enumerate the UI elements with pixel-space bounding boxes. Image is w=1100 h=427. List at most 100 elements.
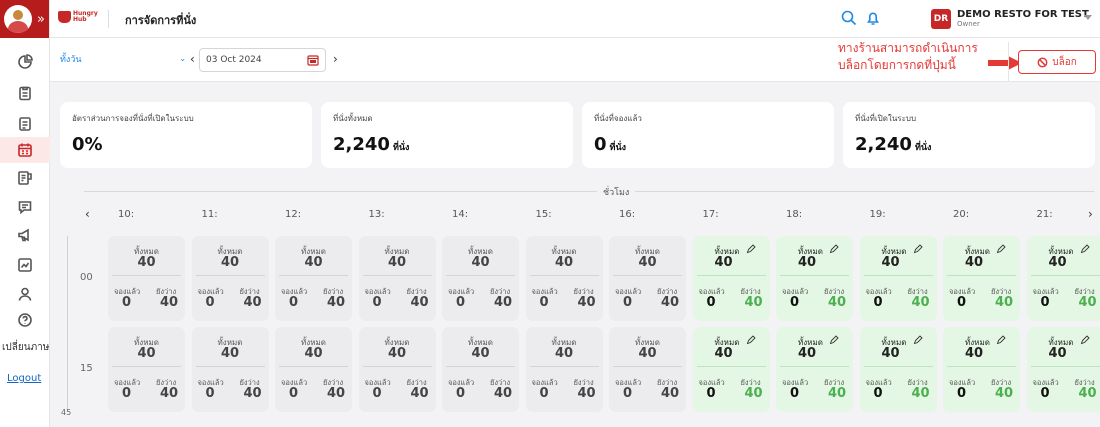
calendar-icon[interactable]	[307, 54, 319, 66]
edit-icon[interactable]	[996, 335, 1006, 345]
slot-booked-value: 0	[122, 295, 132, 310]
date-value: 03 Oct 2024	[206, 55, 262, 65]
user-icon	[18, 287, 32, 301]
next-date-button[interactable]: ›	[333, 52, 338, 66]
filter-bar: ทั้งวัน ⌄ ‹ 03 Oct 2024 › ทางร้านสามารถด…	[50, 38, 1100, 82]
edit-icon[interactable]	[746, 335, 756, 345]
hours-title: ชั่วโมง	[597, 185, 636, 199]
sidebar-item-promotions[interactable]	[0, 222, 50, 248]
time-slot-card[interactable]: ทั้งหมด 40 จองแล้ว ยังว่าง 0 40	[108, 327, 185, 412]
edit-icon[interactable]	[913, 335, 923, 345]
slot-available-value: 40	[410, 295, 429, 310]
time-slot-card[interactable]: ทั้งหมด 40 จองแล้ว ยังว่าง 0 40	[275, 236, 352, 321]
time-slot-card[interactable]: ทั้งหมด 40 จองแล้ว ยังว่าง 0 40	[609, 327, 686, 412]
prev-hours-button[interactable]: ‹	[85, 207, 90, 221]
slot-total-value: 40	[1048, 346, 1067, 361]
prev-date-button[interactable]: ‹	[190, 52, 195, 66]
range-select[interactable]: ทั้งวัน ⌄	[60, 52, 186, 70]
stat-card-booked-seats: ที่นั่งที่จองแล้ว 0 ที่นั่ง	[582, 102, 834, 168]
slot-available-value: 40	[494, 386, 513, 401]
time-slot-card[interactable]: ทั้งหมด 40 จองแล้ว ยังว่าง 0 40	[442, 236, 519, 321]
avatar[interactable]	[4, 5, 32, 33]
time-slot-card[interactable]: ทั้งหมด 40 จองแล้ว ยังว่าง 0 40	[358, 327, 436, 412]
slot-available-value: 40	[661, 295, 680, 310]
edit-icon[interactable]	[829, 335, 839, 345]
edit-icon[interactable]	[746, 244, 756, 254]
time-slot-card[interactable]: ทั้งหมด 40 จองแล้ว ยังว่าง 0 40	[1026, 327, 1100, 412]
logout-link[interactable]: Logout	[7, 373, 41, 384]
time-slot-card[interactable]: ทั้งหมด 40 จองแล้ว ยังว่าง 0 40	[692, 327, 770, 412]
sidebar-item-help[interactable]	[0, 307, 50, 333]
time-slot-card[interactable]: ทั้งหมด 40 จองแล้ว ยังว่าง 0 40	[776, 327, 853, 412]
time-slot-card[interactable]: ทั้งหมด 40 จองแล้ว ยังว่าง 0 40	[859, 327, 937, 412]
user-initials-badge: DR	[931, 9, 951, 29]
stat-unit: ที่นั่ง	[392, 143, 410, 153]
time-slot-card[interactable]: ทั้งหมด 40 จองแล้ว ยังว่าง 0 40	[442, 327, 519, 412]
sidebar-item-menu[interactable]	[0, 165, 50, 191]
hour-label: 14:	[452, 209, 469, 220]
slot-total-value: 40	[220, 346, 240, 361]
stat-value: 2,240 ที่นั่ง	[333, 134, 409, 155]
slot-booked-value: 0	[706, 295, 716, 310]
slot-divider	[696, 275, 766, 276]
time-slot-card[interactable]: ทั้งหมด 40 จองแล้ว ยังว่าง 0 40	[108, 236, 185, 321]
time-slot-card[interactable]: ทั้งหมด 40 จองแล้ว ยังว่าง 0 40	[191, 327, 269, 412]
slot-booked-value: 0	[205, 295, 215, 310]
time-slot-card[interactable]: ทั้งหมด 40 จองแล้ว ยังว่าง 0 40	[525, 327, 603, 412]
slot-divider	[613, 366, 682, 367]
edit-icon[interactable]	[913, 244, 923, 254]
block-button[interactable]: บล็อก	[1018, 50, 1096, 74]
minute-axis-line	[67, 236, 68, 411]
slot-booked-value: 0	[372, 295, 382, 310]
slot-booked-value: 0	[289, 295, 299, 310]
edit-icon[interactable]	[1080, 244, 1090, 254]
sidebar-item-messages[interactable]	[0, 194, 50, 220]
edit-icon[interactable]	[829, 244, 839, 254]
sidebar-item-reservations[interactable]	[0, 80, 50, 106]
time-slot-card[interactable]: ทั้งหมด 40 จองแล้ว ยังว่าง 0 40	[859, 236, 937, 321]
slot-total-value: 40	[965, 255, 984, 270]
search-icon[interactable]	[840, 9, 858, 27]
sidebar-item-seats[interactable]	[0, 137, 50, 163]
sidebar-item-reports[interactable]	[0, 252, 50, 278]
edit-icon[interactable]	[1080, 335, 1090, 345]
time-slot-card[interactable]: ทั้งหมด 40 จองแล้ว ยังว่าง 0 40	[776, 236, 853, 321]
slot-available-value: 40	[911, 295, 930, 310]
hour-label: 21:	[1036, 209, 1053, 220]
sidebar-item-dashboard[interactable]	[0, 49, 50, 75]
slot-available-value: 40	[243, 295, 262, 310]
date-picker[interactable]: 03 Oct 2024	[199, 48, 326, 72]
stat-label: ที่นั่งทั้งหมด	[333, 114, 373, 123]
slot-divider	[780, 275, 849, 276]
time-slot-card[interactable]: ทั้งหมด 40 จองแล้ว ยังว่าง 0 40	[1026, 236, 1100, 321]
time-slot-card[interactable]: ทั้งหมด 40 จองแล้ว ยังว่าง 0 40	[275, 327, 352, 412]
slot-available-value: 40	[744, 295, 763, 310]
sidebar-language-label[interactable]: เปลี่ยนภาษ	[2, 340, 49, 355]
minute-label-partial: 45	[61, 408, 72, 417]
edit-icon[interactable]	[996, 244, 1006, 254]
user-menu[interactable]: DR DEMO RESTO FOR TEST Owner	[931, 5, 1089, 33]
time-slot-card[interactable]: ทั้งหมด 40 จองแล้ว ยังว่าง 0 40	[609, 236, 686, 321]
time-slot-card[interactable]: ทั้งหมด 40 จองแล้ว ยังว่าง 0 40	[358, 236, 436, 321]
hour-label: 18:	[786, 209, 803, 220]
brand-logo[interactable]: Hungry Hub	[58, 11, 99, 23]
next-hours-button[interactable]: ›	[1088, 207, 1093, 221]
slot-divider	[195, 275, 265, 276]
chevron-down-icon[interactable]	[1084, 15, 1092, 20]
hour-label: 20:	[953, 209, 970, 220]
user-role: Owner	[957, 19, 980, 28]
stat-value: 2,240 ที่นั่ง	[855, 134, 931, 155]
expand-sidebar-icon[interactable]: »	[37, 12, 45, 27]
sidebar-item-orders[interactable]	[0, 111, 50, 137]
slot-booked-value: 0	[456, 386, 466, 401]
slot-divider	[195, 366, 265, 367]
sidebar-item-profile[interactable]	[0, 281, 50, 307]
slot-total-value: 40	[714, 255, 733, 270]
slot-total-value: 40	[137, 346, 156, 361]
time-slot-card[interactable]: ทั้งหมด 40 จองแล้ว ยังว่าง 0 40	[943, 327, 1020, 412]
time-slot-card[interactable]: ทั้งหมด 40 จองแล้ว ยังว่าง 0 40	[943, 236, 1020, 321]
bell-icon[interactable]	[864, 9, 882, 27]
time-slot-card[interactable]: ทั้งหมด 40 จองแล้ว ยังว่าง 0 40	[191, 236, 269, 321]
time-slot-card[interactable]: ทั้งหมด 40 จองแล้ว ยังว่าง 0 40	[692, 236, 770, 321]
time-slot-card[interactable]: ทั้งหมด 40 จองแล้ว ยังว่าง 0 40	[525, 236, 603, 321]
